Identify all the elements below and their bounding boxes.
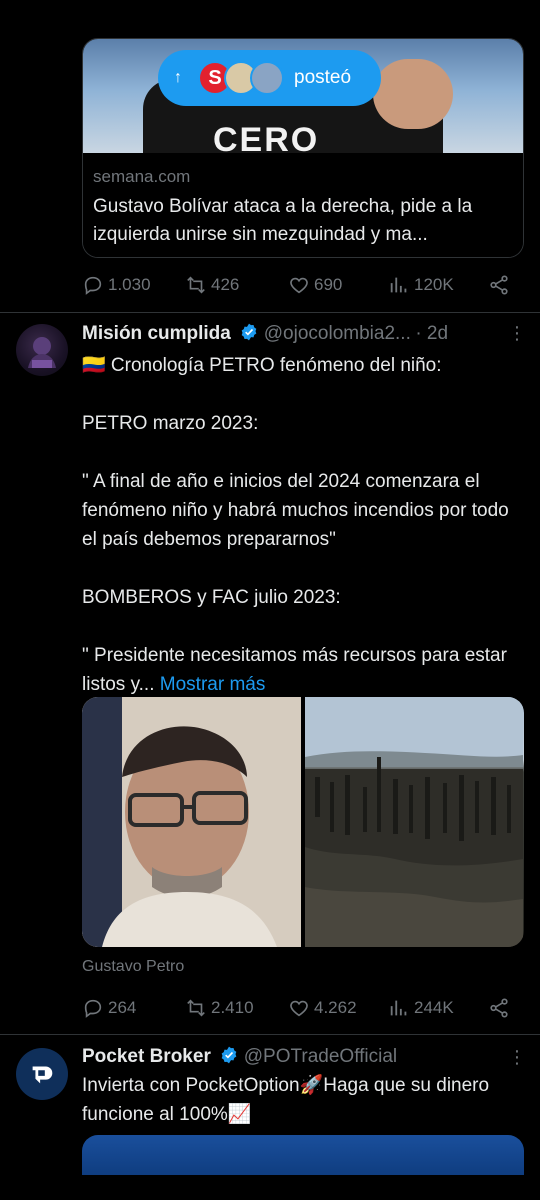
like-count: 4.262 <box>314 998 357 1017</box>
tweet2-text: 🇨🇴 Cronología PETRO fenómeno del niño: P… <box>82 351 522 699</box>
repost-icon <box>187 999 205 1017</box>
pocket-logo-icon <box>32 1066 53 1084</box>
repost-count: 426 <box>211 275 240 294</box>
tweet3-header: Pocket Broker @POTradeOfficial <box>82 1045 502 1073</box>
author-name[interactable]: Misión cumplida <box>82 323 231 344</box>
pill-avatar-3 <box>250 61 284 95</box>
like-count: 690 <box>314 275 343 294</box>
views-count: 244K <box>414 998 454 1017</box>
media-image-fire[interactable] <box>305 697 524 947</box>
like-icon <box>290 1000 308 1017</box>
media-caption: Gustavo Petro <box>82 958 185 975</box>
views-button[interactable]: 120K <box>388 274 488 296</box>
like-button[interactable]: 690 <box>288 274 388 296</box>
views-icon <box>390 1000 407 1016</box>
tweet-divider <box>0 1034 540 1035</box>
tweet2-actions: 264 2.410 4.262 244K <box>82 993 518 1023</box>
repost-button[interactable]: 2.410 <box>185 997 288 1019</box>
ad-media[interactable] <box>82 1135 524 1175</box>
reply-count: 1.030 <box>108 275 151 294</box>
tweet-divider <box>0 312 540 313</box>
views-count: 120K <box>414 275 454 294</box>
reply-button[interactable]: 1.030 <box>82 274 185 296</box>
share-icon <box>490 275 508 295</box>
like-icon <box>290 277 308 294</box>
more-icon[interactable]: ⋮ <box>508 323 527 344</box>
tweet2-media[interactable] <box>82 697 524 947</box>
verified-icon <box>241 323 257 341</box>
tweet-body: 🇨🇴 Cronología PETRO fenómeno del niño: P… <box>82 355 509 695</box>
author-handle[interactable]: @POTradeOfficial <box>244 1046 397 1067</box>
reply-button[interactable]: 264 <box>82 997 185 1019</box>
link-domain: semana.com <box>93 167 191 186</box>
avatar[interactable] <box>16 1048 68 1100</box>
link-preview-meta: semana.com Gustavo Bolívar ataca a la de… <box>83 153 523 257</box>
portrait-graphic <box>82 697 301 947</box>
author-name[interactable]: Pocket Broker <box>82 1046 211 1067</box>
verified-icon <box>221 1046 237 1064</box>
tweet-time[interactable]: · 2d <box>415 323 448 344</box>
tweet1-actions: 1.030 426 690 120K <box>82 270 518 300</box>
more-icon[interactable]: ⋮ <box>508 1047 527 1068</box>
avatar[interactable] <box>16 324 68 376</box>
hacker-figure-graphic <box>28 337 56 368</box>
link-title: Gustavo Bolívar ataca a la derecha, pide… <box>93 196 473 245</box>
show-more-link[interactable]: Mostrar más <box>155 674 266 695</box>
reply-icon <box>84 999 102 1018</box>
media-image-petro[interactable] <box>82 697 301 947</box>
burned-field-graphic <box>305 697 523 947</box>
reply-count: 264 <box>108 998 137 1017</box>
repost-icon <box>187 276 205 294</box>
share-icon <box>490 998 508 1018</box>
pill-label: posteó <box>294 67 352 88</box>
tweet2-header: Misión cumplida @ojocolombia2... · 2d <box>82 322 522 350</box>
tweet3-text: Invierta con PocketOption🚀Haga que su di… <box>82 1075 495 1125</box>
repost-button[interactable]: 426 <box>185 274 288 296</box>
hand-graphic <box>373 59 453 129</box>
reply-icon <box>84 276 102 295</box>
views-icon <box>390 277 407 293</box>
views-button[interactable]: 244K <box>388 997 488 1019</box>
arrow-up-icon: ↑ <box>174 69 182 86</box>
share-button[interactable] <box>488 997 514 1019</box>
author-handle[interactable]: @ojocolombia2... <box>264 323 411 344</box>
repost-count: 2.410 <box>211 998 254 1017</box>
new-posts-pill[interactable]: ↑ S posteó <box>158 50 381 106</box>
share-button[interactable] <box>488 274 514 296</box>
shirt-text: CERO <box>213 121 320 153</box>
like-button[interactable]: 4.262 <box>288 997 388 1019</box>
